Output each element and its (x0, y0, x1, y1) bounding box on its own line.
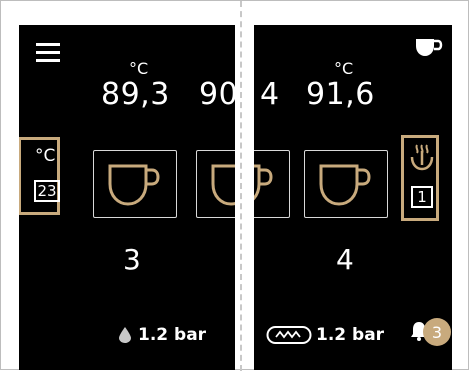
menu-button[interactable] (35, 41, 63, 63)
cup-button-partial[interactable] (196, 150, 235, 218)
temperature-unit: °C (334, 59, 354, 78)
coffee-cup-icon (416, 39, 443, 56)
pressure-value: 1.2 bar (316, 325, 385, 345)
pressure-value: 1.2 bar (138, 325, 207, 345)
cup-selector-button[interactable] (414, 37, 444, 59)
coffee-cup-icon (108, 164, 160, 206)
temperature-value-partial: 4 (260, 77, 280, 112)
cup-button-partial[interactable] (254, 150, 290, 218)
cup-count: 4 (336, 243, 354, 276)
right-screen: °C 4 91,6 1 4 1.2 bar 3 (254, 25, 452, 370)
temperature-value: 91,6 (306, 77, 375, 112)
temperature-unit: °C (129, 59, 149, 78)
coffee-cup-icon (319, 164, 371, 206)
coffee-cup-icon (211, 164, 235, 206)
coffee-cup-icon (254, 164, 273, 201)
temperature-setting-button[interactable]: °C 23 (19, 137, 60, 215)
steam-wand-icon (410, 144, 434, 171)
steam-wand-count: 1 (411, 186, 433, 208)
notification-button[interactable]: 3 (410, 315, 452, 349)
water-drop-icon (119, 327, 131, 343)
temperature-value: 89,3 (101, 77, 170, 112)
temperature-setting-unit: °C (35, 146, 56, 166)
seam-divider (240, 1, 242, 371)
cup-count: 3 (123, 243, 141, 276)
left-screen: °C 89,3 90 °C 23 3 1.2 bar (19, 25, 235, 370)
cup-button[interactable] (304, 150, 388, 218)
screenshot-frame: °C 89,3 90 °C 23 3 1.2 bar °C 4 91,6 1 4… (0, 0, 469, 371)
temperature-setting-value: 23 (34, 180, 60, 202)
hamburger-menu-icon (36, 43, 60, 62)
temperature-value-partial: 90 (199, 77, 235, 112)
steam-wand-button[interactable]: 1 (401, 135, 439, 221)
heating-element-icon (266, 326, 312, 344)
cup-button[interactable] (93, 150, 177, 218)
notification-count: 3 (431, 322, 443, 342)
notification-badge: 3 (423, 318, 451, 346)
